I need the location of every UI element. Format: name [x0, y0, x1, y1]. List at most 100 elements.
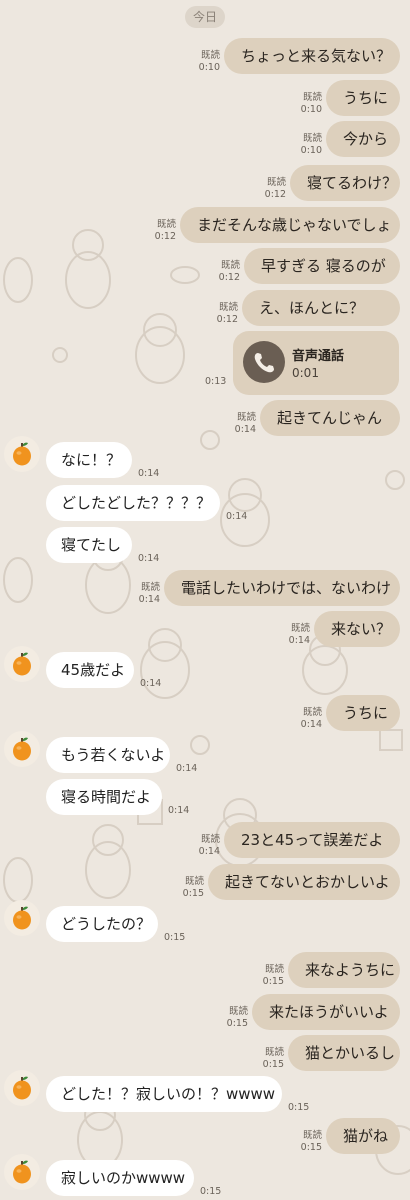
- outgoing-message: 来ない？ 既読 0:14: [0, 611, 410, 647]
- outgoing-message: うちに 既読 0:14: [0, 695, 410, 731]
- read-receipt: 既読: [266, 177, 286, 188]
- message-meta: 既読 0:15: [301, 1130, 322, 1154]
- read-receipt: 既読: [302, 1130, 322, 1141]
- message-time: 0:12: [216, 314, 238, 325]
- message-time: 0:10: [198, 62, 220, 73]
- voice-call-card[interactable]: 音声通話 0:01: [233, 331, 399, 395]
- message-time: 0:15: [300, 1142, 322, 1153]
- message-bubble[interactable]: 猫とかいるし: [288, 1035, 400, 1071]
- outgoing-message: 早すぎる 寝るのが 既読 0:12: [0, 248, 410, 284]
- incoming-message: もう若くないよ 0:14: [0, 731, 410, 775]
- message-meta: 既読 0:12: [217, 302, 238, 326]
- message-bubble[interactable]: 起きてんじゃん: [260, 400, 400, 436]
- orange-fruit-icon[interactable]: [4, 900, 40, 936]
- message-meta: 0:14: [168, 805, 189, 817]
- message-meta: 既読 0:14: [235, 412, 256, 436]
- message-meta: 0:14: [138, 553, 159, 565]
- message-meta: 既読 0:10: [301, 133, 322, 157]
- read-receipt: 既読: [218, 302, 238, 313]
- read-receipt: 既読: [220, 260, 240, 271]
- message-meta: 0:14: [226, 511, 247, 523]
- outgoing-message: 来なようちに 既読 0:15: [0, 952, 410, 988]
- read-receipt: 既読: [264, 1047, 284, 1058]
- orange-fruit-icon[interactable]: [4, 646, 40, 682]
- message-bubble[interactable]: 起きてないとおかしいよ: [208, 864, 400, 900]
- message-bubble[interactable]: 電話したいわけでは、ないわけ: [164, 570, 400, 606]
- message-bubble[interactable]: 寂しいのかwwww: [46, 1160, 194, 1196]
- message-bubble[interactable]: 寝る時間だよ: [46, 779, 162, 815]
- read-receipt: 既読: [264, 964, 284, 975]
- message-time: 0:15: [200, 1186, 222, 1197]
- message-time: 0:14: [168, 805, 190, 816]
- read-receipt: 既読: [302, 133, 322, 144]
- message-time: 0:14: [140, 678, 162, 689]
- message-bubble[interactable]: 猫がね: [326, 1118, 400, 1154]
- message-meta: 既読 0:14: [289, 623, 310, 647]
- message-bubble[interactable]: 早すぎる 寝るのが: [244, 248, 400, 284]
- message-bubble[interactable]: うちに: [326, 80, 400, 116]
- message-time: 0:12: [264, 189, 286, 200]
- message-bubble[interactable]: まだそんな歳じゃないでしょ: [180, 207, 400, 243]
- outgoing-message: 寝てるわけ？ 既読 0:12: [0, 165, 410, 201]
- message-time: 0:15: [288, 1102, 310, 1113]
- outgoing-message: 起きてんじゃん 既読 0:14: [0, 400, 410, 436]
- message-bubble[interactable]: 来たほうがいいよ: [252, 994, 400, 1030]
- message-time: 0:15: [164, 932, 186, 943]
- incoming-message: 寂しいのかwwww 0:15: [0, 1154, 410, 1197]
- message-bubble[interactable]: なに！？: [46, 442, 132, 478]
- incoming-message: どした！？寂しいの！？wwww 0:15: [0, 1070, 410, 1113]
- call-duration: 0:01: [292, 366, 319, 380]
- message-bubble[interactable]: うちに: [326, 695, 400, 731]
- orange-fruit-icon[interactable]: [4, 731, 40, 767]
- incoming-message: どしたどした？？？？ 0:14: [0, 485, 410, 523]
- message-bubble[interactable]: え、ほんとに？: [242, 290, 400, 326]
- message-bubble[interactable]: 寝てたし: [46, 527, 132, 563]
- date-separator: 今日: [185, 6, 225, 28]
- orange-fruit-icon[interactable]: [4, 1154, 40, 1190]
- read-receipt: 既読: [302, 92, 322, 103]
- message-bubble[interactable]: 来ない？: [314, 611, 400, 647]
- message-time: 0:15: [226, 1018, 248, 1029]
- message-bubble[interactable]: 今から: [326, 121, 400, 157]
- read-receipt: 既読: [236, 412, 256, 423]
- read-receipt: 既読: [200, 50, 220, 61]
- message-meta: 0:14: [176, 763, 197, 775]
- message-bubble[interactable]: どうしたの？: [46, 906, 158, 942]
- message-time: 0:12: [218, 272, 240, 283]
- incoming-message: 寝る時間だよ 0:14: [0, 779, 410, 817]
- message-bubble[interactable]: 23と45って誤差だよ: [224, 822, 400, 858]
- phone-handset-icon: [243, 341, 285, 383]
- message-meta: 既読 0:10: [301, 92, 322, 116]
- message-meta: 既読 0:14: [139, 582, 160, 606]
- message-meta: 0:15: [164, 932, 185, 944]
- call-title: 音声通話: [292, 349, 345, 364]
- message-time: 0:14: [226, 511, 248, 522]
- message-bubble[interactable]: 来なようちに: [288, 952, 400, 988]
- message-time: 0:12: [154, 231, 176, 242]
- incoming-message: 45歳だよ 0:14: [0, 646, 410, 689]
- message-bubble[interactable]: ちょっと来る気ない？: [224, 38, 400, 74]
- incoming-message: 寝てたし 0:14: [0, 527, 410, 565]
- message-meta: 既読 0:15: [263, 1047, 284, 1071]
- message-bubble[interactable]: もう若くないよ: [46, 737, 170, 773]
- message-meta: 既読 0:12: [219, 260, 240, 284]
- read-receipt: 既読: [302, 707, 322, 718]
- message-time: 0:15: [262, 1059, 284, 1070]
- message-time: 0:14: [288, 635, 310, 646]
- message-bubble[interactable]: どした！？寂しいの！？wwww: [46, 1076, 282, 1112]
- message-meta: 既読 0:14: [301, 707, 322, 731]
- message-meta: 既読 0:12: [265, 177, 286, 201]
- message-time: 0:14: [176, 763, 198, 774]
- message-time: 0:14: [138, 553, 160, 564]
- message-bubble[interactable]: 45歳だよ: [46, 652, 134, 688]
- message-bubble[interactable]: どしたどした？？？？: [46, 485, 220, 521]
- message-bubble[interactable]: 寝てるわけ？: [290, 165, 400, 201]
- message-meta: 既読 0:12: [155, 219, 176, 243]
- message-time: 0:15: [262, 976, 284, 987]
- message-time: 0:10: [300, 104, 322, 115]
- read-receipt: 既読: [184, 876, 204, 887]
- orange-fruit-icon[interactable]: [4, 436, 40, 472]
- chat-timeline[interactable]: 今日 ちょっと来る気ない？ 既読 0:10 うちに 既読 0:10 今から 既読 0:10 寝てる…: [0, 0, 410, 1200]
- orange-fruit-icon[interactable]: [4, 1070, 40, 1106]
- read-receipt: 既読: [228, 1006, 248, 1017]
